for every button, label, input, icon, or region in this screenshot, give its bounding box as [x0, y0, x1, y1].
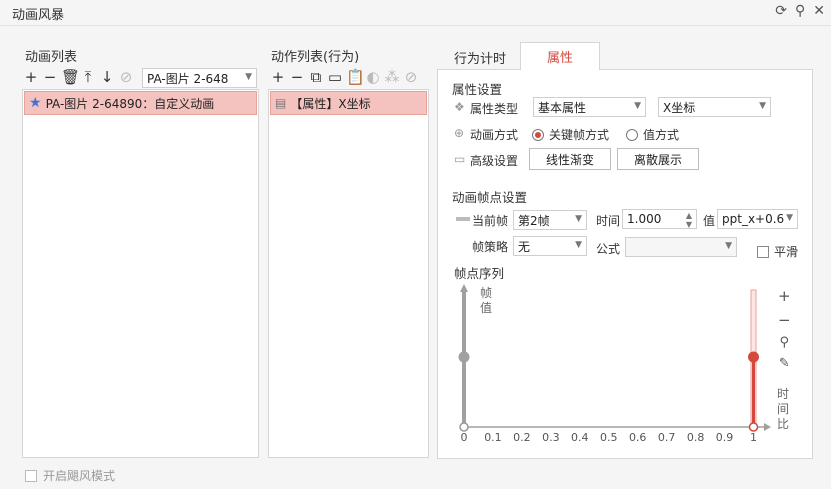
- chevron-down-icon: ▼: [245, 72, 252, 82]
- title-bar: 动画风暴 ⟳ ⚲ ✕: [0, 0, 831, 26]
- value-label: 值: [703, 214, 716, 228]
- property-doc-icon: ▤: [275, 96, 287, 110]
- advanced-label: 高级设置: [470, 154, 519, 168]
- radio-icon: [626, 128, 638, 141]
- anim-mode-label: 动画方式: [470, 128, 519, 142]
- pencil-icon[interactable]: ✎: [779, 356, 790, 371]
- window-title: 动画风暴: [12, 8, 65, 23]
- action-list[interactable]: ▤ 【属性】X坐标: [268, 89, 429, 458]
- x-tick-label: 0.4: [571, 431, 589, 444]
- keyframe-point-1[interactable]: [458, 351, 470, 363]
- strategy-label: 帧策略: [472, 240, 509, 254]
- duplicate-icon[interactable]: ▭: [327, 69, 343, 85]
- keyframe-point-2[interactable]: [748, 351, 759, 363]
- chevron-down-icon: ▼: [786, 213, 793, 223]
- animation-list[interactable]: ★ PA-图片 2-64890：自定义动画: [22, 89, 259, 458]
- checkbox-icon: [757, 245, 769, 258]
- chevron-down-icon: ▼: [575, 240, 582, 250]
- search-icon[interactable]: ⚲: [780, 335, 790, 350]
- prop-type-icon: ❖: [454, 100, 465, 114]
- x-tick-label: 0: [461, 431, 468, 444]
- anim-mode-icon: ⊕: [454, 126, 465, 140]
- delete-icon[interactable]: 🗑: [61, 69, 80, 85]
- x-tick-label: 0.1: [484, 431, 502, 444]
- time-spinner[interactable]: 1.000 ▲ ▼: [622, 209, 697, 229]
- chart-tools: + − ⚲ ✎: [778, 287, 791, 371]
- smooth-checkbox[interactable]: 平滑: [757, 243, 798, 260]
- zoom-out-icon[interactable]: −: [778, 311, 791, 329]
- title-icons: ⟳ ⚲ ✕: [775, 3, 825, 19]
- x-tick-label: 0.2: [513, 431, 531, 444]
- strategy-select[interactable]: 无 ▼: [513, 236, 587, 256]
- x-tick-label: 0.9: [716, 431, 734, 444]
- link-icon[interactable]: ⊘: [403, 69, 419, 85]
- group-icon[interactable]: ⁂: [384, 69, 400, 85]
- tab-properties[interactable]: 属性: [520, 42, 600, 70]
- timeline-start-marker[interactable]: [459, 422, 469, 432]
- action-list-item[interactable]: ▤ 【属性】X坐标: [270, 91, 427, 115]
- mode-keyframe-radio[interactable]: 关键帧方式: [532, 126, 609, 143]
- x-tick-label: 0.7: [658, 431, 676, 444]
- zoom-in-icon[interactable]: +: [778, 287, 791, 305]
- copy-icon[interactable]: ⧉: [308, 69, 324, 85]
- formula-label: 公式: [596, 242, 621, 256]
- radio-selected-icon: [532, 128, 544, 141]
- current-frame-select[interactable]: 第2帧 ▼: [513, 210, 587, 230]
- close-icon[interactable]: ✕: [813, 3, 825, 19]
- star-icon: ★: [29, 95, 42, 111]
- spinner-icon: ▲ ▼: [685, 211, 692, 229]
- y-axis-label: 帧值: [480, 286, 493, 315]
- y-axis-arrow-icon: [460, 284, 468, 292]
- remove-icon[interactable]: −: [42, 69, 58, 85]
- add-icon[interactable]: +: [270, 69, 286, 85]
- tab-timing[interactable]: 行为计时: [440, 44, 520, 70]
- remove-icon[interactable]: −: [289, 69, 305, 85]
- animation-object-combo[interactable]: PA-图片 2-648 ▼: [142, 68, 257, 88]
- move-top-icon[interactable]: ⤒: [80, 69, 96, 85]
- x-axis-arrow-icon: [764, 423, 771, 431]
- time-label: 时间: [596, 214, 621, 228]
- formula-select[interactable]: ▼: [625, 237, 737, 257]
- action-list-heading: 动作列表(行为): [271, 50, 360, 65]
- chevron-down-icon: ▼: [634, 101, 641, 111]
- x-tick-label: 0.3: [542, 431, 560, 444]
- x-tick-labels: 0 0.1 0.2 0.3 0.4 0.5 0.6 0.7 0.8 0.9 1: [461, 431, 758, 444]
- chevron-down-icon: ▼: [759, 101, 766, 111]
- chevron-down-icon: ▼: [725, 241, 732, 251]
- x-tick-label: 0.8: [687, 431, 705, 444]
- x-tick-label: 0.5: [600, 431, 618, 444]
- mode-value-radio[interactable]: 值方式: [626, 126, 679, 143]
- prop-type-label: 属性类型: [470, 102, 519, 116]
- chevron-down-icon: ▼: [575, 214, 582, 224]
- prop-name-select[interactable]: X坐标 ▼: [658, 97, 771, 117]
- current-frame-label: 当前帧: [472, 214, 509, 228]
- x-tick-label: 0.6: [629, 431, 647, 444]
- animation-list-item[interactable]: ★ PA-图片 2-64890：自定义动画: [24, 91, 257, 115]
- refresh-icon[interactable]: ⟳: [775, 3, 787, 19]
- frame-sequence-chart[interactable]: 0 0.1 0.2 0.3 0.4 0.5 0.6 0.7 0.8 0.9 1: [446, 280, 806, 450]
- prop-type-select[interactable]: 基本属性 ▼: [533, 97, 646, 117]
- animation-toolbar: + − 🗑 ⤒ ↓ ⊘: [23, 69, 134, 85]
- link-icon[interactable]: ⊘: [118, 69, 134, 85]
- animation-list-heading: 动画列表: [25, 50, 78, 65]
- value-input[interactable]: ppt_x+0.6 ▼: [717, 209, 798, 229]
- add-icon[interactable]: +: [23, 69, 39, 85]
- frame-bar-icon: [456, 217, 470, 221]
- move-down-icon[interactable]: ↓: [99, 69, 115, 85]
- section-prop-settings: 属性设置: [452, 82, 503, 97]
- x-axis-label: 时间比: [777, 387, 790, 431]
- advanced-icon: ▭: [454, 152, 466, 166]
- paste-icon[interactable]: 📋: [346, 69, 365, 85]
- pin-icon[interactable]: ⚲: [795, 3, 805, 19]
- section-keyframe-settings: 动画帧点设置: [452, 190, 528, 205]
- split-icon[interactable]: ◐: [365, 69, 381, 85]
- action-toolbar: + − ⧉ ▭ 📋 ◐ ⁂ ⊘: [270, 69, 419, 85]
- linear-gradient-button[interactable]: 线性渐变: [529, 148, 611, 170]
- hurricane-mode-checkbox[interactable]: 开启飓风模式: [25, 467, 115, 484]
- discrete-display-button[interactable]: 离散展示: [617, 148, 699, 170]
- checkbox-icon: [25, 469, 37, 482]
- timeline-end-marker[interactable]: [748, 422, 759, 432]
- x-tick-label: 1: [750, 431, 757, 444]
